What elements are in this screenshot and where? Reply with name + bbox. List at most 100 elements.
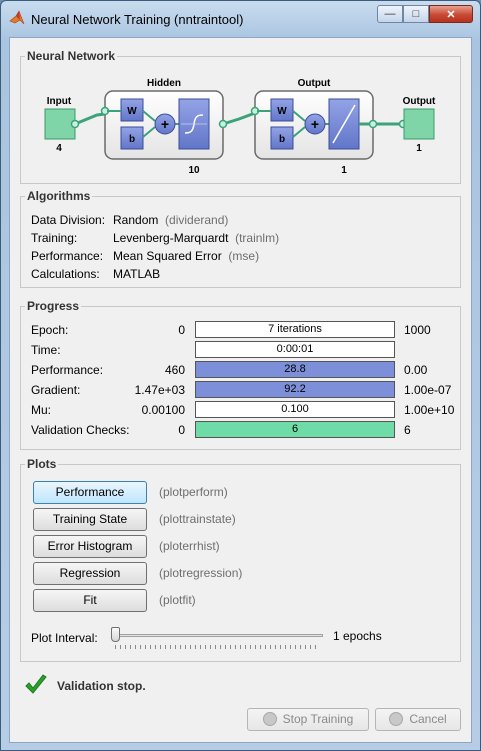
- plot-button[interactable]: Performance: [33, 481, 147, 504]
- slider-tick: [190, 645, 191, 649]
- slider-tick: [220, 645, 221, 649]
- output-node: [403, 108, 435, 140]
- input-node: [44, 108, 76, 140]
- slider-tick: [315, 645, 316, 649]
- plots-group: Plots Performance (plotperform) Training S…: [20, 457, 461, 662]
- progress-bar-text: 6: [291, 423, 299, 435]
- progress-label: Time:: [31, 343, 61, 357]
- progress-bar: 92.2: [195, 381, 395, 398]
- slider-tick: [245, 645, 246, 649]
- progress-bar-text: 92.2: [284, 383, 306, 395]
- slider-tick: [150, 645, 151, 649]
- slider-tick: [215, 645, 216, 649]
- hidden-output-connection: [222, 111, 256, 126]
- title-bar[interactable]: Neural Network Training (nntraintool) — …: [1, 1, 480, 35]
- progress-bar-text: 0.100: [281, 403, 309, 415]
- slider-track: [111, 634, 323, 637]
- algorithm-value: MATLAB: [113, 267, 160, 281]
- plot-button[interactable]: Training State: [33, 508, 147, 531]
- network-diagram: Input 4 Hidden W b + 10 Output W b + 1 O…: [44, 78, 436, 176]
- hidden-out-connector: [218, 119, 228, 129]
- hidden-b-label: b: [129, 134, 135, 145]
- plot-button[interactable]: Error Histogram: [33, 535, 147, 558]
- output-connector-1: [368, 119, 378, 129]
- progress-label: Epoch:: [31, 323, 69, 337]
- algorithm-value-text: Mean Squared Error: [113, 249, 222, 263]
- maximize-button[interactable]: □: [403, 5, 429, 23]
- algorithms-group: Algorithms Data Division: Random (divider…: [20, 189, 461, 288]
- checkmark-icon: [25, 674, 47, 694]
- progress-start-value: 0: [178, 423, 185, 437]
- output-layer-size: 1: [341, 165, 347, 176]
- plot-button[interactable]: Fit: [33, 589, 147, 612]
- slider-tick: [180, 645, 181, 649]
- cancel-button[interactable]: Cancel: [375, 708, 461, 731]
- algorithm-value-text: Levenberg-Marquardt: [113, 231, 229, 245]
- hidden-w-label: W: [127, 106, 137, 117]
- slider-tick: [285, 645, 286, 649]
- progress-end-value: 1.00e-07: [404, 383, 452, 397]
- output-sum-glyph: +: [311, 116, 319, 132]
- output-label: Output: [403, 96, 436, 107]
- hidden-sum-glyph: +: [161, 116, 169, 132]
- slider-tick: [185, 645, 186, 649]
- progress-start-value: 1.47e+03: [134, 383, 185, 397]
- progress-bar-text: 0:00:01: [276, 343, 314, 355]
- status-text: Validation stop.: [57, 679, 146, 693]
- cancel-label: Cancel: [409, 712, 447, 726]
- progress-end-value: 1.00e+10: [404, 403, 455, 417]
- progress-end-value: 6: [404, 423, 411, 437]
- slider-thumb[interactable]: [111, 627, 120, 642]
- algorithm-value-text: MATLAB: [113, 267, 161, 281]
- slider-tick: [275, 645, 276, 649]
- output-layer-label: Output: [298, 78, 331, 89]
- slider-tick: [140, 645, 141, 649]
- slider-tick: [175, 645, 176, 649]
- plot-function: (plottrainstate): [159, 512, 236, 526]
- minimize-button[interactable]: —: [377, 5, 403, 23]
- nntraintool-window: Neural Network Training (nntraintool) — …: [0, 0, 481, 751]
- slider-tick: [270, 645, 271, 649]
- close-icon: ✕: [446, 8, 456, 21]
- slider-tick: [265, 645, 266, 649]
- slider-tick: [115, 645, 116, 649]
- plot-interval-slider[interactable]: [111, 627, 323, 651]
- algorithm-function: (mse): [228, 249, 260, 263]
- progress-label: Validation Checks:: [31, 423, 130, 437]
- algorithm-label: Calculations:: [31, 267, 100, 281]
- slider-tick: [235, 645, 236, 649]
- algorithm-value-text: Random: [113, 213, 159, 227]
- stop-training-label: Stop Training: [282, 712, 354, 726]
- progress-title: Progress: [25, 299, 82, 313]
- slider-tick: [210, 645, 211, 649]
- minimize-icon: —: [384, 8, 396, 20]
- hidden-label: Hidden: [147, 78, 181, 89]
- stop-training-button[interactable]: Stop Training: [247, 708, 369, 731]
- slider-ticks: [111, 645, 323, 650]
- slider-tick: [120, 645, 121, 649]
- output-size: 1: [416, 143, 422, 154]
- close-button[interactable]: ✕: [429, 5, 473, 23]
- plots-title: Plots: [25, 457, 59, 471]
- plot-function: (plotperform): [159, 485, 228, 499]
- algorithm-value: Mean Squared Error (mse): [113, 249, 259, 263]
- slider-tick: [230, 645, 231, 649]
- stop-icon: [262, 712, 277, 726]
- slider-tick: [205, 645, 206, 649]
- plot-interval-value: 1 epochs: [333, 629, 382, 643]
- slider-tick: [225, 645, 226, 649]
- progress-bar-text: 7 iterations: [268, 323, 322, 335]
- slider-tick: [250, 645, 251, 649]
- matlab-logo-icon: [9, 10, 25, 25]
- slider-tick: [165, 645, 166, 649]
- slider-tick: [240, 645, 241, 649]
- window-title: Neural Network Training (nntraintool): [31, 12, 244, 27]
- slider-tick: [260, 645, 261, 649]
- slider-tick: [255, 645, 256, 649]
- algorithm-label: Training:: [31, 231, 78, 245]
- plot-function: (ploterrhist): [159, 539, 220, 553]
- plot-button[interactable]: Regression: [33, 562, 147, 585]
- progress-label: Gradient:: [31, 383, 81, 397]
- algorithm-label: Performance:: [31, 249, 104, 263]
- progress-start-value: 0: [178, 323, 185, 337]
